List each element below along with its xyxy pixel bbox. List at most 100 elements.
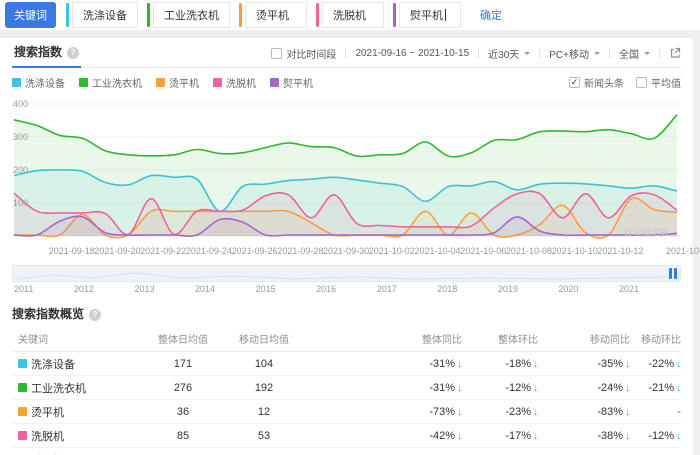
down-arrow-icon: ↓ [676,383,681,394]
y-axis-tick: 200 [13,165,28,175]
y-axis-tick: 100 [13,198,28,208]
value-cell: -23%↓ [462,406,538,418]
open-in-new-icon[interactable] [669,47,681,59]
divider [345,48,346,59]
value-cell: 192 [218,382,310,394]
tab-search-index[interactable]: 搜索指数? [12,43,81,68]
legend-row: 洗涤设备 工业洗衣机烫平机洗脱机熨平机 ✓ 新闻头条 平均值 [12,68,681,92]
value-cell: -12%↓ [462,382,538,394]
value-cell: -18%↓ [462,358,538,370]
keyword-tag[interactable]: 工业洗衣机 [147,2,230,28]
legend-item[interactable]: 熨平机 [270,75,313,90]
region-select[interactable]: 全国 [619,46,650,61]
timeline-year-label: 2018 [437,284,457,296]
help-icon[interactable]: ? [67,47,79,59]
compare-period-label: 对比时间段 [286,46,336,61]
tag-color-bar [316,3,319,27]
search-index-panel: 搜索指数? 对比时间段 2021-09-16 ~ 2021-10-15 近30天… [0,38,693,455]
region-select-value: 全国 [619,46,639,61]
keyword-name: 洗脱机 [31,428,64,444]
timeline-year-label: 2012 [74,284,94,296]
table-header-row: 关键词整体日均值移动日均值整体同比整体环比移动同比移动环比 [12,326,681,352]
timeline-year-label: 2020 [558,284,578,296]
legend-item[interactable]: 烫平机 [156,75,199,90]
keyword-cell: 洗脱机 [12,428,148,444]
trend-chart[interactable]: @百度指数 400 300 200 100 [12,98,681,246]
average-label: 平均值 [651,75,681,90]
table-row[interactable]: 工业洗衣机276192-31%↓-12%↓-24%↓-21%↓ [12,376,681,400]
keyword-bar: 关键词 洗涤设备 工业洗衣机 烫平机 洗脱机 熨平机 确定 [0,0,700,30]
keyword-cell: 熨平机 [12,452,148,455]
column-header: 整体环比 [462,331,538,346]
x-axis-tick: 2021-09-20 [94,246,140,256]
tag-color-bar [393,3,396,27]
timeline-year-label: 2015 [256,284,276,296]
watermark: @百度指数 [624,225,669,238]
value-cell: 171 [148,358,218,370]
x-axis-tick: 2021-10-12 [597,246,643,256]
news-headline-checkbox[interactable]: ✓ 新闻头条 [569,75,624,90]
tag-label: 洗脱机 [333,7,366,23]
value-cell: 104 [218,358,310,370]
compare-period-checkbox[interactable]: 对比时间段 [271,46,336,61]
tag-label: 工业洗衣机 [164,7,219,23]
slider-handle[interactable] [669,268,677,279]
column-header: 移动日均值 [218,331,310,346]
x-axis-tick: 2021-10-08 [506,246,552,256]
down-arrow-icon: ↓ [676,359,681,370]
help-icon[interactable]: ? [89,309,101,321]
divider [659,48,660,59]
keyword-tag[interactable]: 洗脱机 [316,2,384,28]
y-axis-tick: 300 [13,132,28,142]
value-cell: -22%↓ [630,358,681,370]
table-row[interactable]: 洗涤设备171104-31%↓-18%↓-35%↓-22%↓ [12,352,681,376]
table-row[interactable]: 洗脱机8553-42%↓-17%↓-38%↓-12%↓ [12,424,681,448]
chevron-down-icon [644,52,650,58]
overview-table: 洗涤设备171104-31%↓-18%↓-35%↓-22%↓工业洗衣机27619… [12,352,681,455]
keyword-cell: 洗涤设备 [12,356,148,372]
value-cell: -12%↓ [630,430,681,442]
keyword-tag[interactable]: 烫平机 [239,2,307,28]
text-cursor [445,9,446,21]
confirm-button[interactable]: 确定 [480,7,502,23]
column-header: 移动环比 [630,331,681,346]
x-axis-tick: 2021-10-04 [414,246,460,256]
keyword-cell: 烫平机 [12,404,148,420]
keyword-tag[interactable]: 洗涤设备 [66,2,138,28]
legend-item[interactable]: 工业洗衣机 [79,75,142,90]
legend-item[interactable]: 洗涤设备 [12,75,65,90]
slider-sparkline [13,266,680,281]
chart-legend: 洗涤设备 工业洗衣机烫平机洗脱机熨平机 [12,75,327,90]
tag-color-bar [239,3,242,27]
range-select[interactable]: 近30天 [488,46,530,61]
tag-label: 熨平机 [410,7,443,23]
legend-swatch [156,78,165,87]
x-axis-tick: 2021-10-06 [460,246,506,256]
keyword-swatch [18,431,27,440]
divider [0,30,700,38]
chevron-down-icon [594,52,600,58]
column-header: 关键词 [12,331,148,346]
toolbar-controls: 对比时间段 2021-09-16 ~ 2021-10-15 近30天 PC+移动… [271,46,681,65]
legend-item[interactable]: 洗脱机 [213,75,256,90]
device-select[interactable]: PC+移动 [549,46,600,61]
value-cell: 12 [218,406,310,418]
table-row[interactable]: 熨平机90-38%↓-21%↓-- [12,448,681,455]
table-row[interactable]: 烫平机3612-73%↓-23%↓-83%↓- [12,400,681,424]
legend-swatch [12,78,21,87]
timeline-year-label: 2011 [14,284,33,296]
timeline-slider[interactable] [12,265,681,282]
tag-color-bar [147,3,150,27]
x-axis-tick: 2021-09-22 [140,246,186,256]
y-axis-tick: 400 [13,99,28,109]
tag-label: 烫平机 [256,7,289,23]
x-axis-tick: 2021-09-30 [323,246,369,256]
value-cell: 53 [218,430,310,442]
keyword-button[interactable]: 关键词 [5,2,56,28]
legend-label: 工业洗衣机 [92,75,142,90]
keyword-tag[interactable]: 熨平机 [393,2,461,28]
keyword-name: 烫平机 [31,404,64,420]
legend-swatch [270,78,279,87]
date-range-picker[interactable]: 2021-09-16 ~ 2021-10-15 [355,48,469,59]
average-checkbox[interactable]: 平均值 [636,75,681,90]
